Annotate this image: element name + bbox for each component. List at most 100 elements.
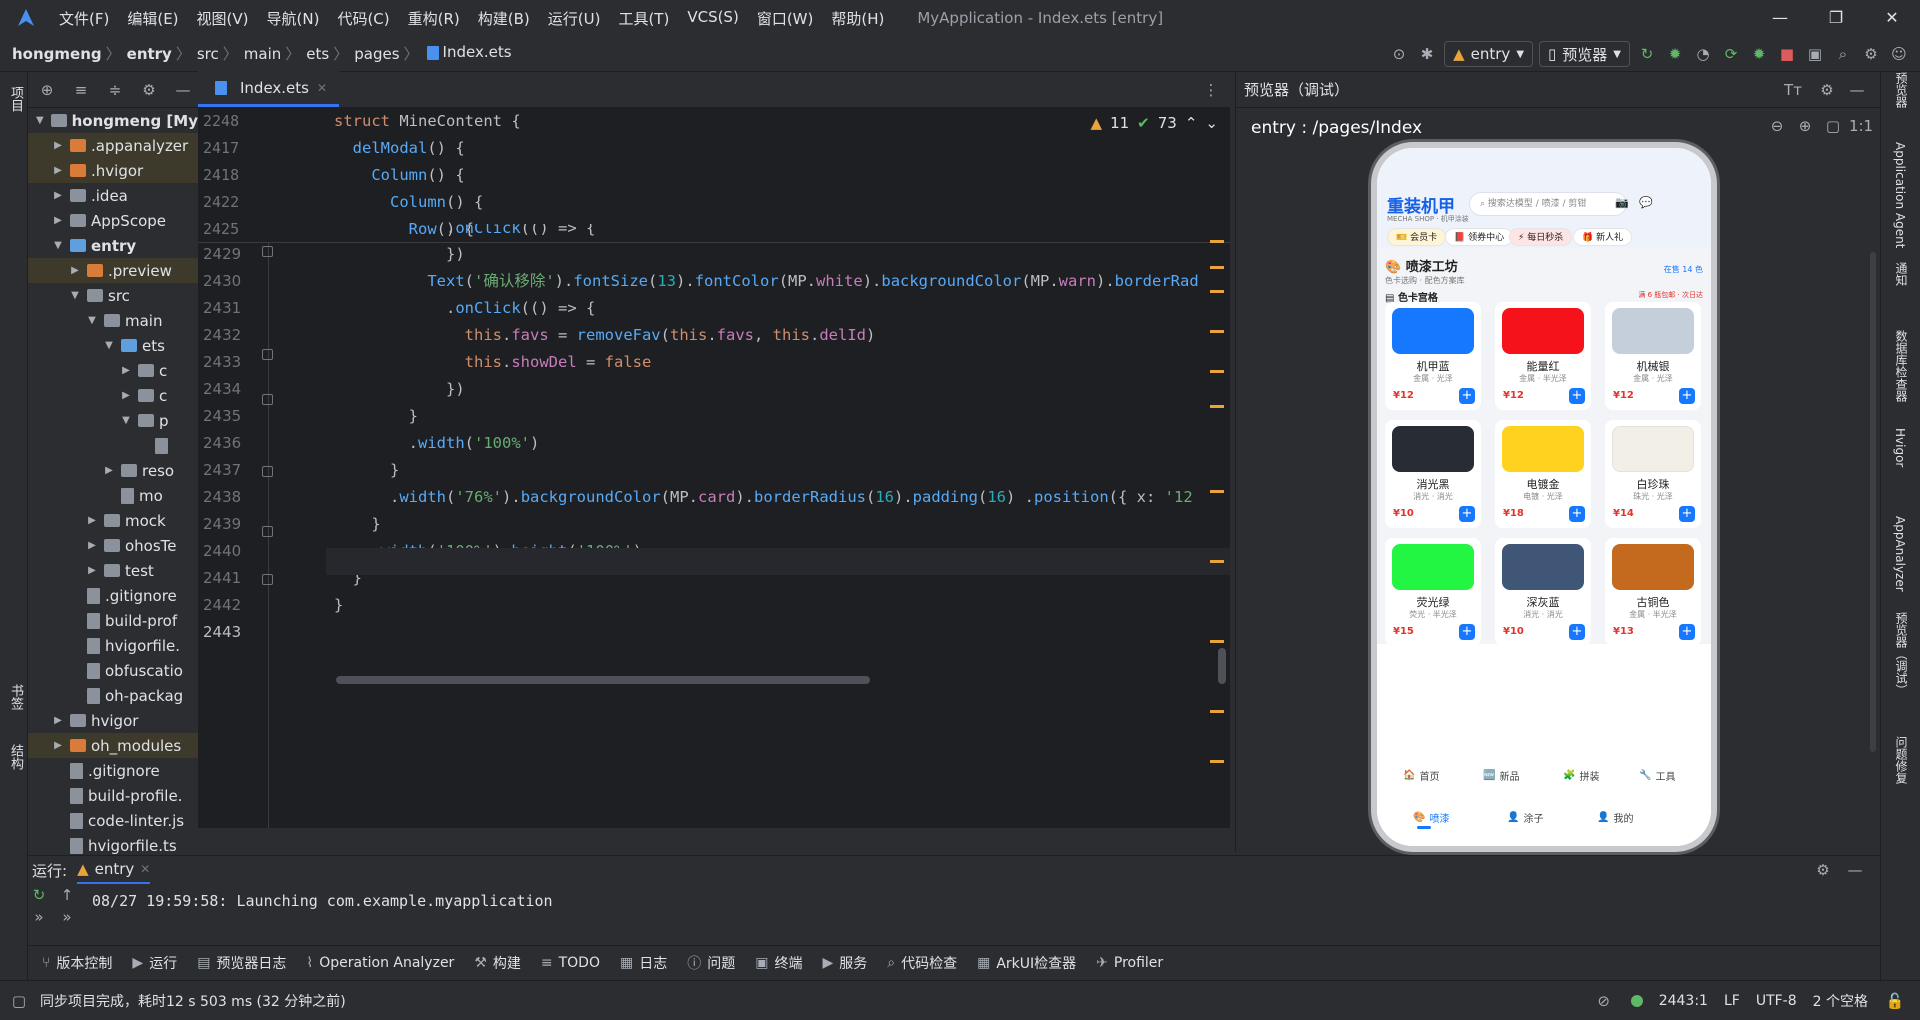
project-tree-item[interactable]: ▶ test — [28, 558, 198, 583]
right-tool-label[interactable]: 预览器 — [1893, 72, 1910, 108]
lock-icon[interactable]: 🔓 — [1884, 990, 1906, 1012]
color-card[interactable]: 古铜色 金属 · 半光泽 ¥13 + — [1605, 538, 1701, 646]
minimize-icon[interactable]: — — [1752, 0, 1808, 36]
chevron-right-icon[interactable]: ▶ — [51, 715, 65, 726]
chevron-down-icon[interactable]: ▼ — [68, 290, 82, 301]
run-icon[interactable]: ↻ — [1636, 43, 1658, 65]
app-nav-item[interactable]: 🧩 拼装 — [1563, 768, 1599, 783]
target-icon[interactable]: ⊙ — [1388, 43, 1410, 65]
settings-icon[interactable]: ⚙ — [1860, 43, 1882, 65]
right-tool-label[interactable]: Hvigor — [1893, 428, 1907, 467]
breadcrumb-item[interactable]: pages 〉 — [348, 43, 418, 64]
project-tree-item[interactable]: ▼ main — [28, 308, 198, 333]
menu-item[interactable]: 重构(R) — [399, 8, 469, 29]
bottom-tab[interactable]: ▦ ArkUI检查器 — [977, 953, 1076, 973]
bookmarks-tool-label[interactable]: 书签 — [6, 684, 25, 710]
chevron-down-icon[interactable]: ▼ — [119, 415, 133, 426]
app-tab-item[interactable]: 👤 我的 — [1597, 810, 1633, 825]
font-size-icon[interactable]: Tт — [1782, 79, 1804, 101]
app-chip[interactable]: 🎁 新人礼 — [1573, 228, 1633, 246]
fold-marker-icon[interactable] — [262, 574, 273, 585]
bottom-tab[interactable]: ▦ 日志 — [620, 953, 667, 973]
camera-icon[interactable]: 📷 — [1615, 196, 1629, 209]
expand-all-icon[interactable]: ≑ — [104, 79, 126, 101]
menu-item[interactable]: 代码(C) — [328, 8, 398, 29]
menu-item[interactable]: 帮助(H) — [822, 8, 893, 29]
project-tree-item[interactable]: code-linter.js — [28, 808, 198, 833]
bottom-tab[interactable]: ⌇ Operation Analyzer — [306, 955, 454, 971]
chevron-right-icon[interactable]: ▶ — [85, 565, 99, 576]
rerun-icon[interactable]: ⟳ — [1720, 43, 1742, 65]
cursor-position[interactable]: 2443:1 — [1659, 993, 1708, 1009]
gear-icon[interactable]: ⚙ — [138, 79, 160, 101]
attach-debugger-icon[interactable]: ✹ — [1748, 43, 1770, 65]
bottom-tab[interactable]: ⓘ 问题 — [687, 953, 735, 973]
bottom-tab[interactable]: ≡ TODO — [541, 955, 600, 971]
project-tree-item[interactable]: obfuscatio — [28, 658, 198, 683]
bottom-tab[interactable]: ▤ 预览器日志 — [197, 953, 286, 973]
app-tab-item[interactable]: 🎨 喷漆 — [1413, 810, 1449, 825]
run-config-dropdown[interactable]: ▲ entry ▼ — [1444, 41, 1534, 67]
add-to-cart-button[interactable]: + — [1569, 624, 1585, 640]
project-tree-item[interactable]: hvigorfile. — [28, 633, 198, 658]
project-tree-item[interactable]: .gitignore — [28, 758, 198, 783]
preview-scrollbar[interactable] — [1870, 252, 1876, 752]
scroll-up-icon[interactable]: ↑ — [56, 884, 78, 906]
project-tool-label[interactable]: 项目 — [6, 86, 25, 112]
color-card[interactable]: 荧光绿 荧光 · 半光泽 ¥15 + — [1385, 538, 1481, 646]
add-to-cart-button[interactable]: + — [1459, 388, 1475, 404]
close-tab-icon[interactable]: ✕ — [317, 81, 327, 95]
chevron-right-icon[interactable]: ▶ — [51, 140, 65, 151]
more-vertical-icon[interactable]: ⋮ — [1200, 79, 1222, 101]
rerun-icon[interactable]: ↻ — [28, 884, 50, 906]
color-card[interactable]: 能量红 金属 · 半光泽 ¥12 + — [1495, 302, 1591, 410]
account-icon[interactable]: ☺ — [1888, 43, 1910, 65]
color-card[interactable]: 机械银 金属 · 光泽 ¥12 + — [1605, 302, 1701, 410]
menu-item[interactable]: 导航(N) — [258, 8, 329, 29]
chevron-down-icon[interactable]: ▼ — [85, 315, 99, 326]
right-tool-label[interactable]: Application Agent — [1893, 142, 1907, 248]
right-tool-label[interactable]: 问题修复 — [1893, 736, 1910, 784]
project-tree-item[interactable]: ▶ reso — [28, 458, 198, 483]
zoom-out-icon[interactable]: ⊖ — [1766, 115, 1788, 137]
fold-marker-icon[interactable] — [262, 349, 273, 360]
right-tool-label[interactable]: 数据库检查器 — [1893, 330, 1910, 402]
chevron-right-icon[interactable]: ▶ — [119, 365, 133, 376]
menu-item[interactable]: 工具(T) — [609, 8, 678, 29]
inspection-widget[interactable]: ▲ 11 ✔ 73 ⌃ ⌄ — [1091, 114, 1230, 132]
bottom-tab[interactable]: ⌕ 代码检查 — [887, 953, 957, 973]
bottom-tab[interactable]: ▶ 服务 — [822, 953, 867, 973]
project-tree-item[interactable]: build-prof — [28, 608, 198, 633]
actual-size-icon[interactable]: 1:1 — [1849, 115, 1873, 137]
fold-marker-icon[interactable] — [262, 466, 273, 477]
chevron-down-icon[interactable]: ▼ — [51, 240, 65, 251]
project-tree-item[interactable]: ▼ ets — [28, 333, 198, 358]
add-to-cart-button[interactable]: + — [1459, 506, 1475, 522]
app-nav-item[interactable]: 🏠 首页 — [1403, 768, 1439, 783]
project-tree-item[interactable]: build-profile. — [28, 783, 198, 808]
app-nav-item[interactable]: 🔧 工具 — [1639, 768, 1675, 783]
fit-screen-icon[interactable]: ▢ — [1822, 115, 1844, 137]
project-tree-item[interactable]: ▶ c — [28, 383, 198, 408]
expand-icon[interactable]: » — [28, 906, 50, 928]
add-to-cart-button[interactable]: + — [1569, 506, 1585, 522]
file-encoding[interactable]: UTF-8 — [1756, 993, 1797, 1009]
chevron-down-icon[interactable]: ▼ — [34, 115, 46, 126]
project-tree-item[interactable]: ▶ .idea — [28, 183, 198, 208]
app-chip[interactable]: ⚡ 每日秒杀 — [1509, 228, 1573, 246]
project-tree-item[interactable]: ▶ .preview — [28, 258, 198, 283]
project-tree-item[interactable] — [28, 433, 198, 458]
project-tree-item[interactable]: ▶ mock — [28, 508, 198, 533]
hide-icon[interactable]: — — [1846, 79, 1868, 101]
gear-icon[interactable]: ⚙ — [1812, 859, 1834, 881]
bottom-tab[interactable]: ⑂ 版本控制 — [42, 953, 112, 973]
close-icon[interactable]: ✕ — [1864, 0, 1920, 36]
color-card[interactable]: 电镀金 电镀 · 光泽 ¥18 + — [1495, 420, 1591, 528]
locate-icon[interactable]: ⊕ — [36, 79, 58, 101]
profile-icon[interactable]: ◔ — [1692, 43, 1714, 65]
bottom-tab[interactable]: ▣ 终端 — [755, 953, 802, 973]
app-chip[interactable]: 🎫 会员卡 — [1387, 228, 1447, 246]
no-mouse-icon[interactable]: ⊘ — [1593, 990, 1615, 1012]
chevron-right-icon[interactable]: ▶ — [51, 190, 65, 201]
debug-icon[interactable]: ✹ — [1664, 43, 1686, 65]
